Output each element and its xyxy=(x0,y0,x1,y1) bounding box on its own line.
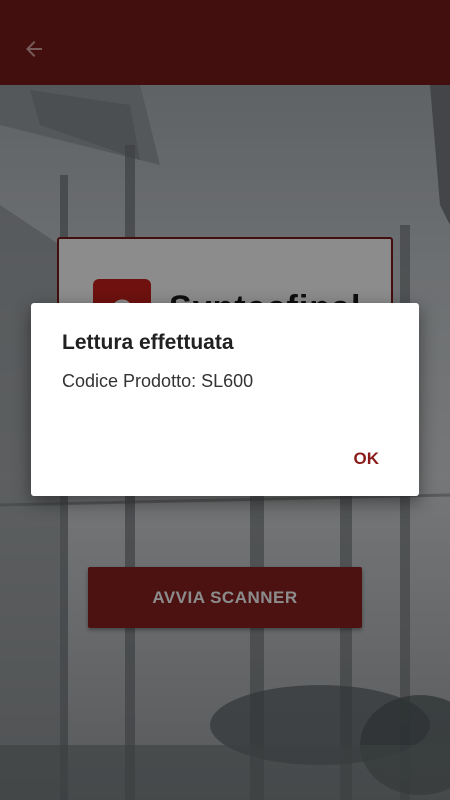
ok-button[interactable]: OK xyxy=(342,443,392,475)
dialog-message: Codice Prodotto: SL600 xyxy=(62,371,254,391)
scan-result-dialog: Lettura effettuata Codice Prodotto: SL60… xyxy=(31,303,419,496)
app-screen: e Syntecfinal AVVIA SCANNER Lettura effe… xyxy=(0,0,450,800)
dialog-title: Lettura effettuata xyxy=(62,331,234,354)
